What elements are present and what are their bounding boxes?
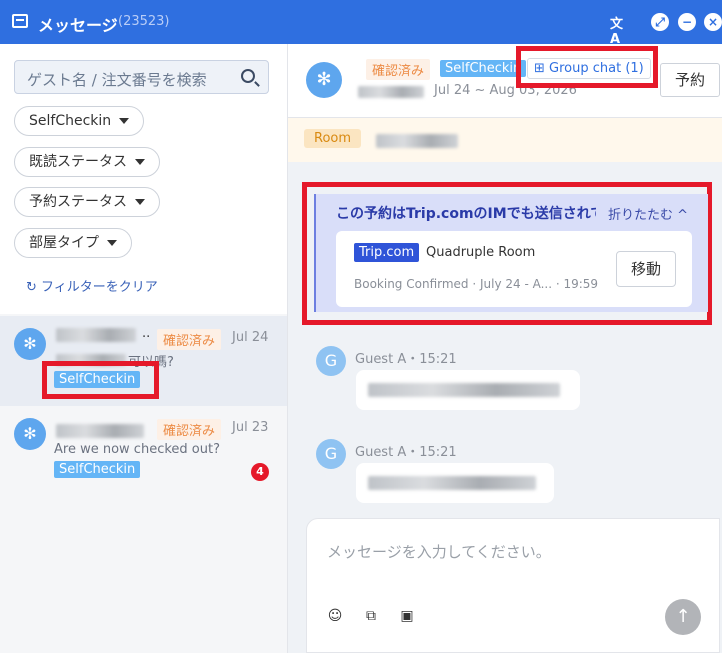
expand-icon[interactable]: ⤢ [651, 13, 669, 31]
booking-meta: Booking Confirmed · July 24 - A... · 19:… [354, 277, 599, 291]
guest-name-redacted [56, 424, 144, 438]
quick-reply-icon[interactable]: ⧉ [363, 608, 379, 624]
message-redacted [368, 476, 536, 490]
search-input[interactable]: ゲスト名 / 注文番号を検索 [14, 60, 269, 94]
message-preview: Are we now checked out? [54, 442, 220, 457]
room-name-redacted [376, 134, 458, 148]
collapse-toggle[interactable]: 折りたたむ ^ [608, 204, 688, 223]
message-bubble [356, 463, 554, 503]
message-input[interactable]: メッセージを入力してください。 ☺ ⧉ ▣ ↑ [306, 518, 720, 653]
chat-header: ✻ 確認済み SelfCheckin Jul 24 ~ Aug 03, 2026… [288, 44, 722, 118]
guest-name-redacted [358, 86, 424, 98]
message-count: (23523) [118, 14, 170, 29]
caret-down-icon [135, 199, 145, 205]
guest-avatar: G [316, 346, 346, 376]
status-badge: 確認済み [157, 419, 222, 440]
avatar: ✻ [14, 418, 46, 450]
filter-area: ゲスト名 / 注文番号を検索 SelfCheckin 既読ステータス 予約ステー… [0, 44, 287, 314]
booking-card: Trip.com Quadruple Room Booking Confirme… [336, 231, 692, 307]
message-sender: Guest A・15:21 [355, 352, 457, 367]
chat-panel: ✻ 確認済み SelfCheckin Jul 24 ~ Aug 03, 2026… [288, 44, 722, 653]
status-badge: 確認済み [366, 59, 431, 80]
search-icon[interactable] [241, 69, 255, 83]
group-icon: ⊞ [534, 61, 550, 76]
filter-read-status[interactable]: 既読ステータス [14, 147, 160, 177]
conversation-date: Jul 23 [232, 420, 269, 435]
message-icon [12, 14, 28, 28]
translate-icon[interactable]: 文A [610, 13, 628, 47]
emoji-icon[interactable]: ☺ [327, 608, 343, 624]
filter-booking-status[interactable]: 予約ステータス [14, 187, 160, 217]
input-placeholder: メッセージを入力してください。 [327, 543, 551, 561]
filter-label: SelfCheckin [29, 113, 112, 129]
close-icon[interactable]: × [704, 13, 722, 31]
avatar: ✻ [14, 328, 46, 360]
group-chat-button[interactable]: ⊞ Group chat (1) [527, 58, 651, 79]
trip-notice: この予約はTrip.comのIMでも送信されています 折りたたむ ^ Trip.… [314, 194, 708, 312]
caret-down-icon [135, 159, 145, 165]
caret-down-icon [119, 118, 130, 124]
conversation-sidebar: ゲスト名 / 注文番号を検索 SelfCheckin 既読ステータス 予約ステー… [0, 44, 288, 653]
send-button[interactable]: ↑ [665, 599, 701, 635]
trip-logo: Trip.com [354, 243, 420, 262]
room-bar: Room [288, 118, 722, 162]
filter-label: 部屋タイプ [29, 235, 99, 251]
selfcheckin-tag: SelfCheckin [54, 461, 141, 478]
caret-down-icon [107, 240, 117, 246]
guest-avatar: ✻ [306, 62, 342, 98]
message-sender: Guest A・15:21 [355, 445, 457, 460]
window-title: メッセージ [38, 16, 118, 35]
notice-text: この予約はTrip.comのIMでも送信されています [336, 206, 596, 222]
reservation-button[interactable]: 予約 [660, 63, 720, 97]
room-type: Quadruple Room [426, 245, 536, 260]
status-badge: 確認済み [157, 329, 222, 350]
highlight-box [42, 361, 159, 399]
filter-selfcheckin[interactable]: SelfCheckin [14, 106, 145, 136]
guest-name-suffix: .. [142, 326, 151, 341]
message-redacted [368, 383, 560, 397]
image-icon[interactable]: ▣ [399, 608, 415, 624]
filter-label: 予約ステータス [29, 194, 127, 210]
conversation-item[interactable]: ✻ .. 確認済み Jul 24 可以嗎? SelfCheckin [0, 316, 287, 406]
filter-label: 既読ステータス [29, 154, 127, 170]
minimize-icon[interactable]: − [678, 13, 696, 31]
clear-filters-link[interactable]: ↻ フィルターをクリア [26, 276, 158, 295]
message-bubble [356, 370, 580, 410]
clear-filters-label: フィルターをクリア [41, 280, 158, 295]
guest-avatar: G [316, 439, 346, 469]
selfcheckin-tag: SelfCheckin [440, 60, 527, 77]
refresh-icon: ↻ [26, 280, 42, 295]
conversation-date: Jul 24 [232, 330, 269, 345]
filter-room-type[interactable]: 部屋タイプ [14, 228, 132, 258]
search-placeholder: ゲスト名 / 注文番号を検索 [27, 71, 207, 89]
group-chat-label: Group chat (1) [549, 61, 644, 76]
room-tag: Room [304, 129, 362, 148]
title-bar: メッセージ (23523) 文A ⤢ − × [0, 0, 722, 47]
conversation-item[interactable]: ✻ 確認済み Jul 23 Are we now checked out? Se… [0, 406, 287, 496]
move-button[interactable]: 移動 [616, 251, 676, 287]
unread-badge: 4 [251, 463, 269, 481]
guest-name-redacted [56, 328, 136, 342]
